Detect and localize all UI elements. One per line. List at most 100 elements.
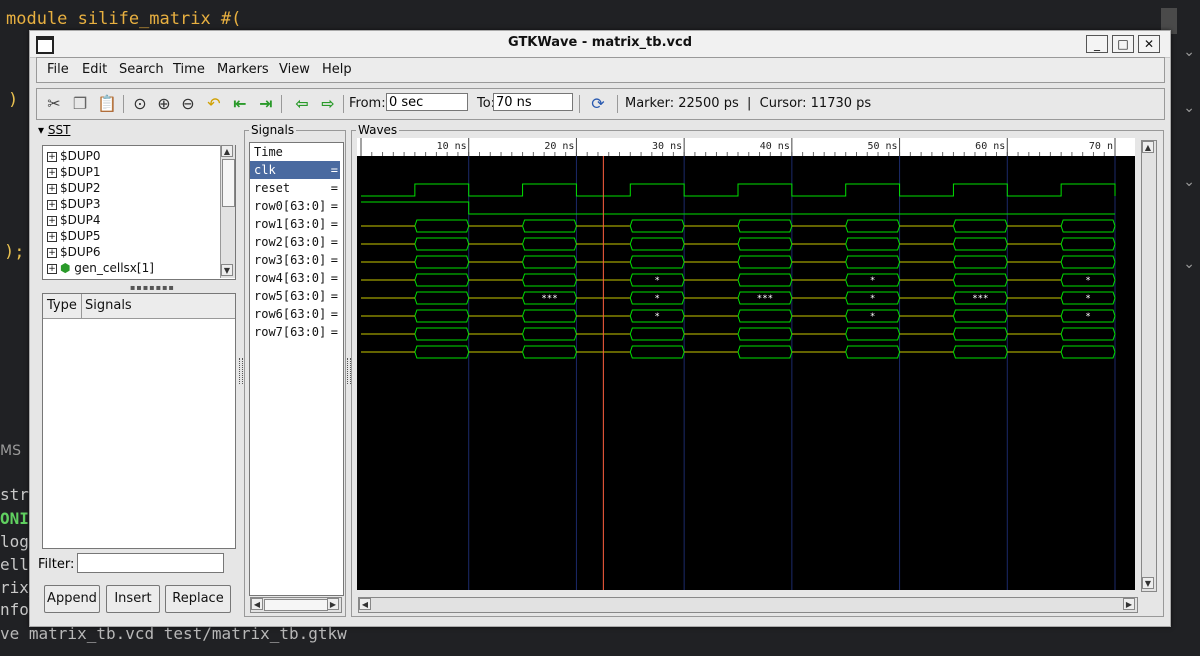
pane-splitter[interactable] xyxy=(239,358,243,384)
menu-view[interactable]: View xyxy=(279,62,310,77)
menu-search[interactable]: Search xyxy=(119,62,164,77)
tree-item[interactable]: + $DUP1 xyxy=(47,165,101,181)
chevron-down-icon[interactable]: ⌄ xyxy=(1183,174,1195,190)
signal-row-row0[interactable]: row0[63:0] = xyxy=(250,197,340,215)
menu-markers[interactable]: Markers xyxy=(217,62,269,77)
menu-edit[interactable]: Edit xyxy=(82,62,107,77)
expand-icon[interactable]: + xyxy=(47,248,57,258)
signal-row-reset[interactable]: reset = xyxy=(250,179,340,197)
waveform-view[interactable]: 10 ns 20 ns 30 ns 40 ns 50 ns 60 ns 70 n* * ****… xyxy=(357,138,1135,590)
tree-item[interactable]: + $DUP3 xyxy=(47,197,101,213)
tree-item[interactable]: + ⬢ gen_cellsx[1] xyxy=(47,261,154,277)
minimize-button[interactable]: _ xyxy=(1086,35,1108,53)
toolbar-separator xyxy=(579,95,580,113)
sst-signal-list[interactable]: Type Signals xyxy=(42,293,236,549)
sst-scrollbar[interactable]: ▲ ▼ xyxy=(220,145,235,278)
cut-icon[interactable]: ✂ xyxy=(45,95,63,113)
scroll-left-icon[interactable]: ◀ xyxy=(251,598,263,610)
expand-icon[interactable]: + xyxy=(47,152,57,162)
scroll-right-icon[interactable]: ▶ xyxy=(1123,598,1135,610)
column-type[interactable]: Type xyxy=(47,298,77,313)
ruler-tick-label: 10 ns xyxy=(437,141,467,152)
waves-hscrollbar[interactable]: ◀ ▶ xyxy=(358,597,1138,613)
menu-time[interactable]: Time xyxy=(173,62,205,77)
column-signals[interactable]: Signals xyxy=(85,298,132,313)
scroll-thumb[interactable] xyxy=(222,159,235,207)
zoom-to-end-icon[interactable]: ⇥ xyxy=(257,95,275,113)
editor-fragment: log xyxy=(0,532,29,551)
signal-value: = xyxy=(330,217,338,231)
scroll-down-icon[interactable]: ▼ xyxy=(1142,577,1154,589)
to-input[interactable] xyxy=(493,93,573,111)
prev-edge-icon[interactable]: ⇦ xyxy=(293,95,311,113)
filter-input[interactable] xyxy=(77,553,224,573)
pane-grip[interactable]: ▪▪▪▪▪▪▪ xyxy=(130,283,175,292)
signal-value: = xyxy=(330,235,338,249)
sst-tree[interactable]: + $DUP0 + $DUP1 + $DUP2 + $DUP3 + $DUP4 + $DUP… xyxy=(42,145,236,280)
append-button[interactable]: Append xyxy=(44,585,100,613)
waves-background xyxy=(357,156,1135,590)
zoom-in-icon[interactable]: ⊕ xyxy=(155,95,173,113)
ruler-tick-label: 30 ns xyxy=(652,141,682,152)
zoom-fit-icon[interactable]: ⊙ xyxy=(131,95,149,113)
title-bar[interactable]: GTKWave - matrix_tb.vcd _ □ ✕ xyxy=(30,31,1170,58)
signal-row-row5[interactable]: row5[63:0] = xyxy=(250,287,340,305)
signal-name: Time xyxy=(254,145,283,159)
chevron-down-icon[interactable]: ⌄ xyxy=(1183,256,1195,272)
tree-item[interactable]: + $DUP0 xyxy=(47,149,101,165)
signal-row-time[interactable]: Time xyxy=(250,143,340,161)
signal-row-clk[interactable]: clk = xyxy=(250,161,340,179)
scroll-left-icon[interactable]: ◀ xyxy=(359,598,371,610)
zoom-out-icon[interactable]: ⊖ xyxy=(179,95,197,113)
next-edge-icon[interactable]: ⇨ xyxy=(319,95,337,113)
expand-icon[interactable]: + xyxy=(47,168,57,178)
scroll-up-icon[interactable]: ▲ xyxy=(1142,141,1154,153)
chevron-down-icon[interactable]: ⌄ xyxy=(1183,44,1195,60)
expand-icon[interactable]: + xyxy=(47,200,57,210)
bus-value-label: *** xyxy=(541,294,557,304)
window-title: GTKWave - matrix_tb.vcd xyxy=(508,35,692,50)
signal-name: reset xyxy=(254,181,291,195)
tree-item[interactable]: + $DUP5 xyxy=(47,229,101,245)
signal-name: row7[63:0] xyxy=(254,325,327,339)
replace-button[interactable]: Replace xyxy=(165,585,231,613)
signals-hscrollbar[interactable]: ◀ ▶ xyxy=(250,597,342,613)
waves-vscrollbar[interactable]: ▲ ▼ xyxy=(1141,140,1157,592)
expand-icon[interactable]: + xyxy=(47,264,57,274)
scroll-right-icon[interactable]: ▶ xyxy=(327,598,339,610)
expand-icon[interactable]: + xyxy=(47,216,57,226)
chevron-down-icon[interactable]: ⌄ xyxy=(1183,100,1195,116)
tree-item[interactable]: + $DUP6 xyxy=(47,245,101,261)
paste-icon[interactable]: 📋 xyxy=(97,95,117,113)
from-input[interactable] xyxy=(386,93,468,111)
insert-button[interactable]: Insert xyxy=(106,585,160,613)
sst-title: SST xyxy=(47,123,71,137)
reload-icon[interactable]: ⟳ xyxy=(589,95,607,113)
signal-row-row7[interactable]: row7[63:0] = xyxy=(250,323,340,341)
tree-item[interactable]: + $DUP4 xyxy=(47,213,101,229)
zoom-to-start-icon[interactable]: ⇤ xyxy=(231,95,249,113)
menu-file[interactable]: File xyxy=(47,62,69,77)
signal-name: row5[63:0] xyxy=(254,289,327,303)
copy-icon[interactable]: ❐ xyxy=(71,95,89,113)
scroll-down-icon[interactable]: ▼ xyxy=(221,264,233,276)
close-button[interactable]: ✕ xyxy=(1138,35,1160,53)
menu-help[interactable]: Help xyxy=(322,62,352,77)
maximize-button[interactable]: □ xyxy=(1112,35,1134,53)
sst-header[interactable]: ▾ SST xyxy=(38,123,70,137)
undo-zoom-icon[interactable]: ↶ xyxy=(205,95,223,113)
signal-row-row6[interactable]: row6[63:0] = xyxy=(250,305,340,323)
signals-list[interactable]: Time clk = reset = row0[63:0] = row1[63:0] = row2… xyxy=(249,142,344,596)
signal-row-row1[interactable]: row1[63:0] = xyxy=(250,215,340,233)
signal-value: = xyxy=(330,325,338,339)
expand-icon[interactable]: + xyxy=(47,184,57,194)
menu-bar: File Edit Search Time Markers View Help xyxy=(36,57,1165,83)
signal-row-row2[interactable]: row2[63:0] = xyxy=(250,233,340,251)
scroll-thumb[interactable] xyxy=(264,599,328,611)
tree-item[interactable]: + $DUP2 xyxy=(47,181,101,197)
signal-name: row4[63:0] xyxy=(254,271,327,285)
expand-icon[interactable]: + xyxy=(47,232,57,242)
signal-row-row3[interactable]: row3[63:0] = xyxy=(250,251,340,269)
scroll-up-icon[interactable]: ▲ xyxy=(221,145,233,157)
signal-row-row4[interactable]: row4[63:0] = xyxy=(250,269,340,287)
